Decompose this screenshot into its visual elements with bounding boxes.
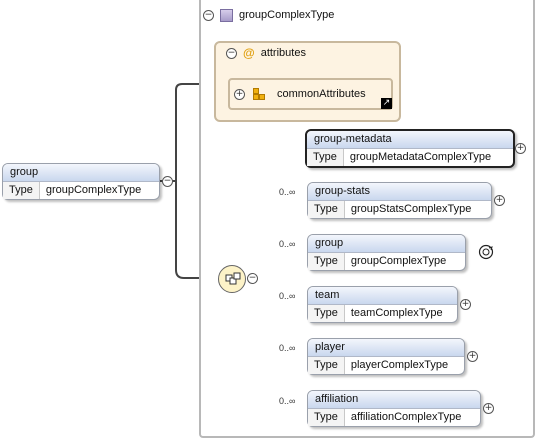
element-type-row: Type playerComplexType (308, 357, 464, 374)
sequence-compositor-icon[interactable] (218, 265, 246, 293)
element-name: group (3, 164, 159, 182)
attributes-label: attributes (260, 47, 306, 59)
type-key: Type (307, 149, 344, 166)
element-type-row: Type affiliationComplexType (308, 409, 480, 426)
collapse-icon[interactable]: − (247, 273, 258, 284)
collapse-icon[interactable]: − (162, 176, 173, 187)
expand-icon[interactable]: + (483, 403, 494, 414)
element-type-row: Type groupStatsComplexType (308, 201, 491, 218)
type-value: groupComplexType (45, 184, 142, 196)
cardinality-label: 0..∞ (279, 291, 296, 301)
element-type-row: Type teamComplexType (308, 305, 457, 322)
complex-type-title: groupComplexType (239, 9, 335, 21)
collapse-icon[interactable]: − (226, 47, 237, 59)
element-group[interactable]: group Type groupComplexType (307, 234, 466, 271)
reference-arrow-icon: ↗ (381, 98, 392, 109)
element-affiliation[interactable]: affiliation Type affiliationComplexType (307, 390, 481, 427)
element-name: affiliation (308, 391, 480, 409)
expand-icon[interactable]: + (494, 195, 505, 206)
element-name: group-metadata (307, 131, 513, 149)
type-value: groupMetadataComplexType (349, 151, 492, 163)
element-team[interactable]: team Type teamComplexType (307, 286, 458, 323)
cardinality-label: 0..∞ (279, 187, 296, 197)
element-name: player (308, 339, 464, 357)
collapse-icon[interactable]: − (203, 9, 214, 21)
type-key: Type (308, 201, 345, 218)
expand-icon[interactable]: + (515, 143, 526, 154)
cardinality-label: 0..∞ (279, 396, 296, 406)
cardinality-label: 0..∞ (279, 239, 296, 249)
expand-icon[interactable]: + (467, 351, 478, 362)
attributes-header: − @ attributes (226, 46, 306, 60)
element-player[interactable]: player Type playerComplexType (307, 338, 465, 375)
type-value: affiliationComplexType (350, 411, 462, 423)
type-value: teamComplexType (350, 307, 443, 319)
element-group-stats[interactable]: group-stats Type groupStatsComplexType (307, 182, 492, 219)
element-type-row: Type groupComplexType (308, 253, 465, 270)
type-value: groupStatsComplexType (350, 203, 472, 215)
attribute-group-icon (253, 88, 265, 100)
element-name: group-stats (308, 183, 491, 201)
type-key: Type (308, 305, 345, 322)
expand-icon[interactable]: + (460, 299, 471, 310)
attribute-group-name: commonAttributes (277, 88, 366, 100)
cardinality-label: 0..∞ (279, 343, 296, 353)
element-type-row: Type groupComplexType (3, 182, 159, 199)
recursion-icon[interactable] (478, 244, 494, 260)
root-element-group[interactable]: group Type groupComplexType (2, 163, 160, 200)
element-type-row: Type groupMetadataComplexType (307, 149, 513, 166)
type-key: Type (308, 357, 345, 374)
type-value: playerComplexType (350, 359, 449, 371)
type-value: groupComplexType (350, 255, 447, 267)
element-group-metadata[interactable]: group-metadata Type groupMetadataComplex… (305, 129, 515, 168)
attribute-at-icon: @ (243, 46, 255, 60)
attribute-group-ref[interactable]: + commonAttributes ↗ (228, 78, 393, 110)
complex-type-icon (220, 8, 233, 22)
element-name: group (308, 235, 465, 253)
type-key: Type (3, 182, 40, 199)
expand-icon[interactable]: + (234, 88, 245, 100)
type-key: Type (308, 253, 345, 270)
element-name: team (308, 287, 457, 305)
type-key: Type (308, 409, 345, 426)
complex-type-header: − groupComplexType (203, 7, 334, 23)
